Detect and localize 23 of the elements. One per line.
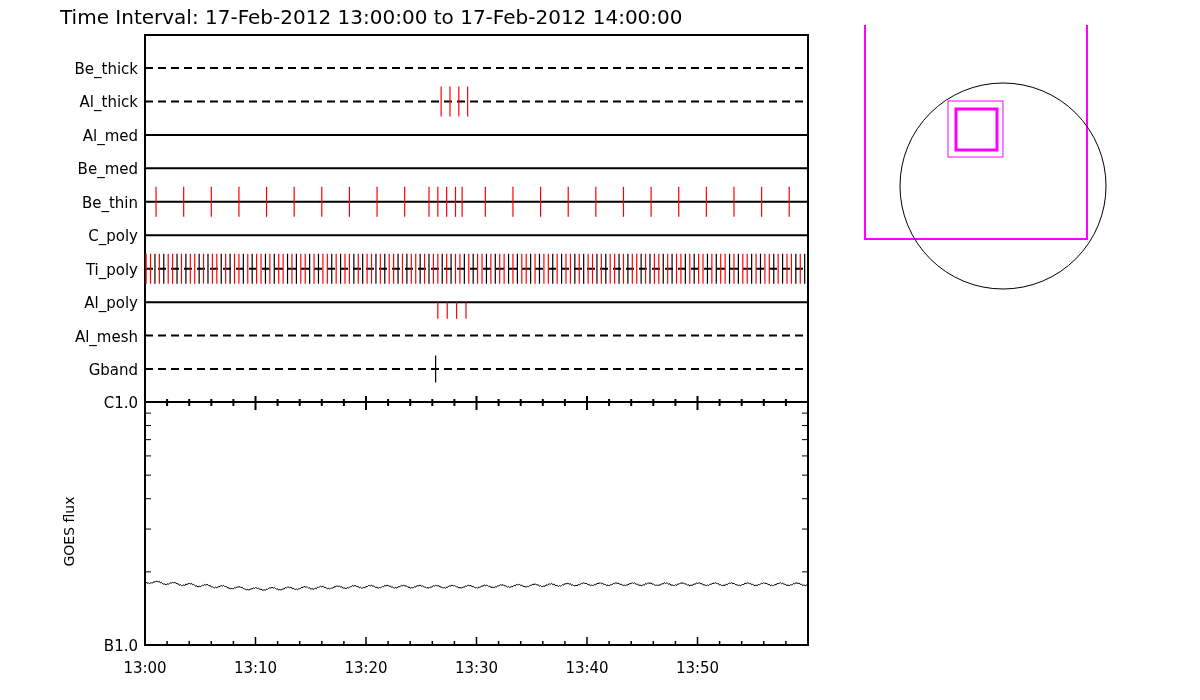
channel-label: Ti_poly — [85, 260, 138, 279]
x-tick-label: 13:30 — [454, 659, 499, 677]
channel-label: Gband — [88, 361, 138, 380]
channel-label: Be_thick — [74, 60, 138, 78]
y-tick-label: B1.0 — [103, 637, 138, 655]
channel-label: Al_med — [82, 126, 138, 145]
y-axis-label: GOES flux — [61, 496, 77, 567]
x-tick-label: 13:40 — [565, 659, 609, 677]
event-ticks — [440, 85, 469, 118]
y-tick-label: C1.0 — [103, 394, 138, 412]
x-tick-label: 13:20 — [344, 659, 388, 677]
channel-label: Al_thick — [79, 93, 138, 112]
channel-label: C_poly — [88, 227, 138, 246]
channel-label: Be_med — [77, 160, 138, 179]
x-tick-label: 13:10 — [233, 659, 278, 677]
plot-title: Time Interval: 17-Feb-2012 13:00:00 to 17-Feb-2012 14:00:00 — [60, 5, 683, 29]
event-ticks — [435, 354, 437, 384]
x-tick-label: 13:50 — [675, 659, 720, 677]
channel-label: Al_poly — [84, 294, 138, 313]
channel-label: Be_thin — [81, 193, 138, 212]
event-ticks — [437, 301, 467, 320]
x-tick-label: 13:00 — [123, 659, 167, 677]
channel-label: Al_mesh — [74, 327, 138, 346]
